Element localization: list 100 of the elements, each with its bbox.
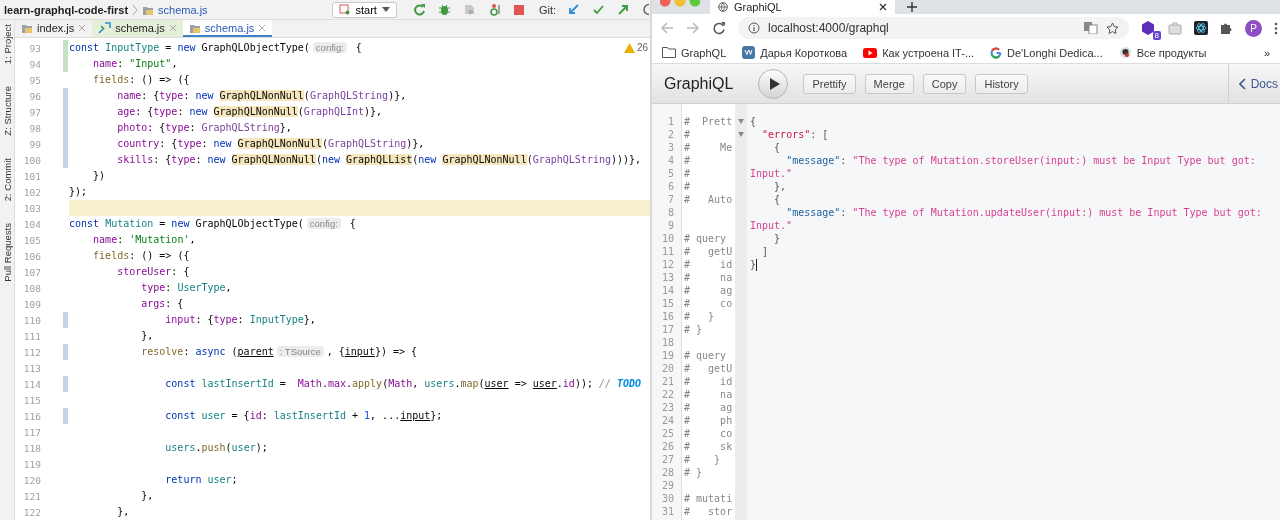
line-number: 31 xyxy=(660,505,674,518)
line-number: 17 xyxy=(660,323,674,336)
line-number: 19 xyxy=(660,349,674,362)
query-line: # id xyxy=(684,258,733,271)
line-number: 122 xyxy=(22,506,41,518)
line-number: 20 xyxy=(660,362,674,375)
line-number: 120 xyxy=(22,474,41,486)
browser-tab[interactable]: GraphiQL xyxy=(710,0,895,14)
query-line: # } xyxy=(684,323,703,336)
line-number: 2 xyxy=(666,128,674,141)
line-number: 13 xyxy=(660,271,674,284)
line-number: 18 xyxy=(660,336,674,349)
query-line: # na xyxy=(684,388,733,401)
tool-window-tab[interactable]: 2: Commit xyxy=(1,157,13,202)
code-line: }); xyxy=(69,185,89,199)
query-line: # getU xyxy=(684,245,733,258)
result-line: "errors": [ xyxy=(761,128,830,141)
line-number: 8 xyxy=(666,206,674,219)
line-number: 16 xyxy=(660,310,674,323)
line-number: 11 xyxy=(660,245,674,258)
code-line: type: UserType, xyxy=(140,281,233,295)
line-number: 12 xyxy=(660,258,674,271)
line-number: 97 xyxy=(28,106,41,118)
file-tab[interactable]: schema.js xyxy=(92,20,183,37)
code-line: users.push(user); xyxy=(164,441,269,455)
query-line: # getU xyxy=(684,362,733,375)
line-number: 118 xyxy=(22,442,41,454)
line-number: 121 xyxy=(22,490,41,502)
tool-window-tab[interactable]: 1: Project xyxy=(1,24,13,65)
breadcrumb-file[interactable]: schema.js xyxy=(158,3,208,16)
query-line: # xyxy=(684,128,691,141)
line-number: 117 xyxy=(22,426,41,438)
toolbar-button[interactable]: Copy xyxy=(922,73,967,94)
bookmark[interactable]: Все продукты xyxy=(1118,46,1207,59)
bookmark[interactable]: GraphQL xyxy=(662,46,727,59)
code-line: fields: () => ({ xyxy=(92,73,191,87)
line-number: 105 xyxy=(22,234,41,246)
bookmark[interactable]: De'Longhi Dedica... xyxy=(990,46,1103,59)
bookmark[interactable]: Как устроена IT-... xyxy=(863,46,975,59)
code-line: }, xyxy=(116,505,131,519)
code-line: fields: () => ({ xyxy=(92,249,191,263)
toolbar-button[interactable]: History xyxy=(975,73,1028,94)
line-number: 29 xyxy=(660,479,674,492)
code-line: name: "Input", xyxy=(92,57,179,71)
address-field[interactable]: localhost:4000/graphql xyxy=(738,17,1129,39)
query-line: # xyxy=(684,167,691,180)
code-line: input: {type: InputType}, xyxy=(164,313,317,327)
tool-window-tab[interactable]: Pull Requests xyxy=(1,223,13,282)
line-number: 104 xyxy=(22,218,41,230)
toolbar-button[interactable]: Prettify xyxy=(803,73,856,94)
graphiql-logo: GraphiQL xyxy=(664,74,734,93)
docs-button[interactable]: Docs xyxy=(1227,63,1280,104)
tool-window-tab[interactable]: Z: Structure xyxy=(1,86,13,136)
result-line: } xyxy=(750,258,759,271)
git-label: Git: xyxy=(538,3,556,16)
line-number: 110 xyxy=(22,314,41,326)
line-number: 112 xyxy=(22,346,41,358)
file-tab[interactable]: index.js xyxy=(15,20,93,37)
line-number: 102 xyxy=(22,186,41,198)
code-line: const Mutation = new GraphQLObjectType( config: { xyxy=(69,217,357,231)
line-number: 7 xyxy=(666,193,674,206)
query-line: # Prett xyxy=(684,115,733,128)
line-number: 21 xyxy=(660,375,674,388)
query-line: # Me xyxy=(684,141,733,154)
project-name: learn-graphql-code-first xyxy=(4,3,129,16)
result-line: } xyxy=(773,232,782,245)
code-line: resolve: async (parent : TSource , {input}) => { xyxy=(140,345,419,359)
code-line: const lastInsertId = Math.max.apply(Math, users.map(user => user.id)); // TODO xyxy=(164,377,643,391)
run-config-dropdown[interactable]: start xyxy=(332,1,397,18)
query-line: # query xyxy=(684,349,727,362)
more-bookmarks[interactable]: » xyxy=(1263,46,1270,59)
query-line: # id xyxy=(684,375,733,388)
line-number: 26 xyxy=(660,440,674,453)
query-line: # xyxy=(684,154,691,167)
line-number: 98 xyxy=(28,122,41,134)
line-number: 6 xyxy=(666,180,674,193)
line-number: 116 xyxy=(22,410,41,422)
line-number: 9 xyxy=(666,219,674,232)
code-line: const user = {id: lastInsertId + 1, ...input}; xyxy=(164,409,444,423)
line-number: 24 xyxy=(660,414,674,427)
code-line: age: {type: new GraphQLNonNull(GraphQLInt)}, xyxy=(116,105,384,119)
code-line: skills: {type: new GraphQLNonNull(new GraphQLList(new GraphQLNonNull(GraphQLString)))}, xyxy=(116,153,643,167)
result-line: "message": "The type of Mutation.storeUser(input:) must be Input Type but got: Input." xyxy=(750,154,1257,180)
line-number: 109 xyxy=(22,298,41,310)
code-line: }, xyxy=(140,489,155,503)
line-number: 23 xyxy=(660,401,674,414)
bookmark[interactable]: Дарья Короткова xyxy=(742,46,848,59)
line-number: 4 xyxy=(666,154,674,167)
query-line: # } xyxy=(684,310,715,323)
code-line: country: {type: new GraphQLNonNull(GraphQLString)}, xyxy=(116,137,426,151)
toolbar-button[interactable]: Merge xyxy=(864,73,914,94)
result-line: }, xyxy=(773,180,788,193)
line-number: 14 xyxy=(660,284,674,297)
warning-counter[interactable]: 26 xyxy=(623,42,648,53)
line-number: 3 xyxy=(666,141,674,154)
file-tab[interactable]: schema.js xyxy=(182,20,273,37)
profile-avatar[interactable]: P xyxy=(1245,19,1262,37)
line-number: 30 xyxy=(660,492,674,505)
result-line: { xyxy=(773,193,782,206)
query-line: # Auto xyxy=(684,193,733,206)
